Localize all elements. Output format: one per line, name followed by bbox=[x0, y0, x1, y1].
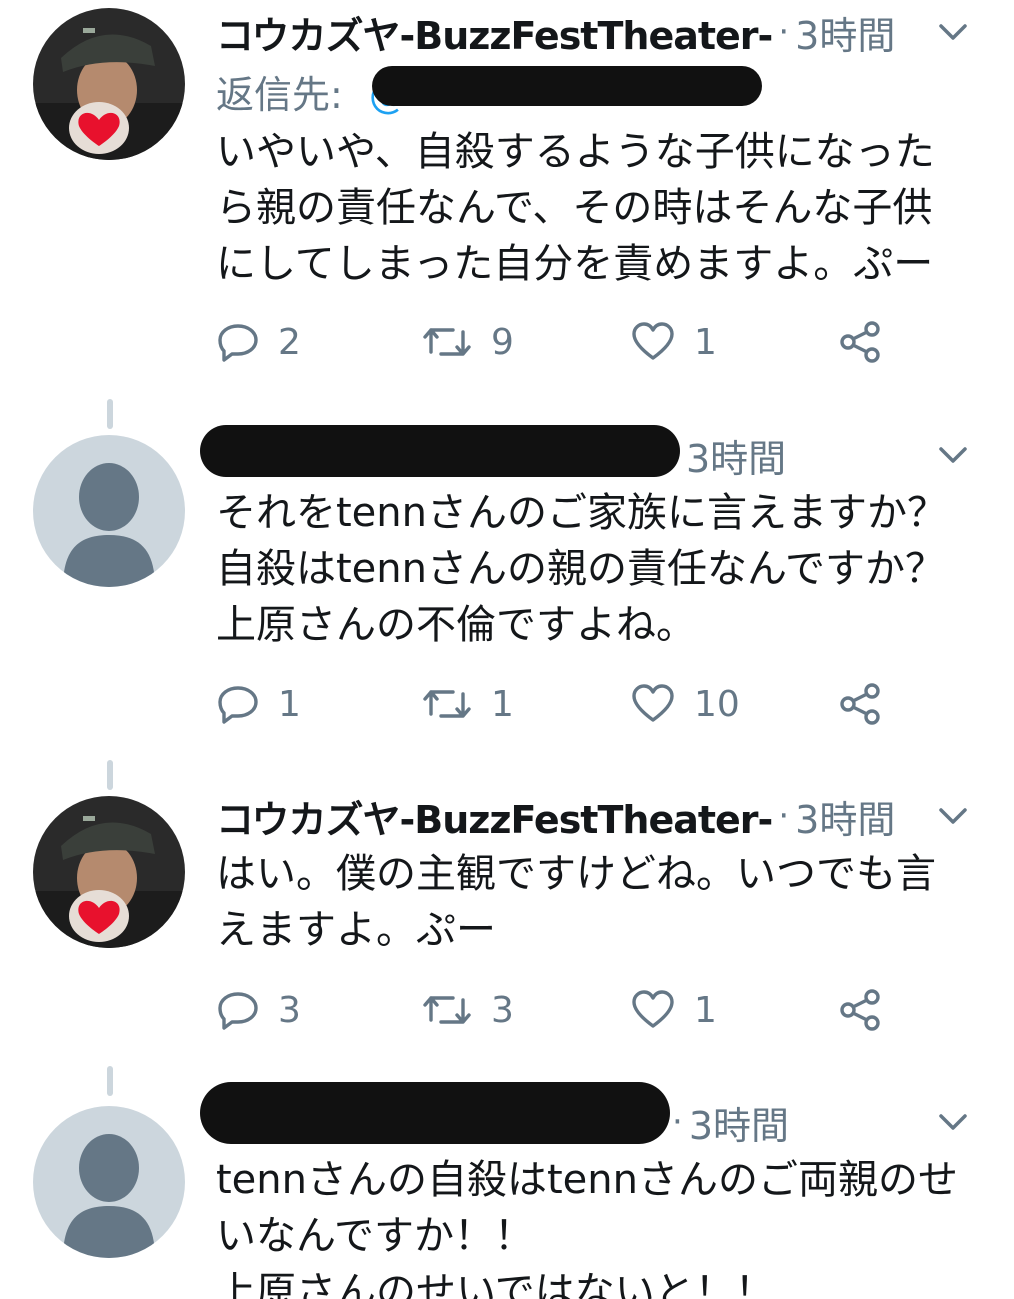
reply-icon bbox=[218, 686, 258, 724]
thread-connector bbox=[107, 760, 113, 790]
retweet-button[interactable]: 9 bbox=[421, 314, 514, 370]
chevron-down-icon[interactable] bbox=[938, 4, 968, 60]
share-icon bbox=[840, 683, 880, 725]
tweet-line: 上原さんの不倫ですよね。 bbox=[216, 602, 696, 648]
tweet-line: はい。僕の主観ですけどね。いつでも言 bbox=[216, 851, 936, 897]
tweet-line: 自殺はtennさんの親の責任なんですか？ bbox=[216, 546, 945, 592]
heart-icon bbox=[632, 684, 674, 722]
reply-icon bbox=[218, 324, 258, 362]
retweet-icon bbox=[423, 996, 471, 1024]
tweet-header: · 3時間 bbox=[672, 1094, 974, 1150]
heart-icon bbox=[632, 990, 674, 1028]
reply-count: 3 bbox=[278, 989, 301, 1031]
like-button[interactable]: 10 bbox=[630, 676, 740, 732]
tweet-line: にしてしまった自分を責めますよ。ぷー bbox=[216, 241, 934, 287]
share-icon bbox=[840, 989, 880, 1031]
tweet-line: いなんですか！！ bbox=[216, 1213, 534, 1259]
retweet-button[interactable]: 1 bbox=[421, 676, 514, 732]
author-name[interactable]: コウカズヤ-BuzzFestTheater- bbox=[216, 789, 773, 844]
retweet-icon bbox=[423, 328, 471, 356]
chevron-down-icon[interactable] bbox=[938, 788, 968, 844]
like-button[interactable]: 1 bbox=[630, 982, 717, 1038]
person-silhouette-icon bbox=[63, 463, 155, 587]
action-bar: 2 9 1 bbox=[216, 314, 916, 370]
tweet-header: コウカズヤ-BuzzFestTheater- · 3時間 bbox=[216, 788, 974, 844]
redaction-mark bbox=[200, 425, 680, 477]
user-photo bbox=[33, 796, 185, 948]
tweet[interactable]: コウカズヤ-BuzzFestTheater- · 3時間 返信先: @ いやいや… bbox=[0, 0, 1014, 395]
chevron-down-icon[interactable] bbox=[938, 1094, 968, 1150]
retweet-icon bbox=[423, 690, 471, 718]
avatar[interactable] bbox=[33, 796, 185, 948]
like-count: 1 bbox=[694, 989, 717, 1031]
heart-icon bbox=[632, 322, 674, 360]
tweet-line: tennさんの自殺はtennさんのご両親のせ bbox=[216, 1157, 958, 1203]
timestamp[interactable]: 3時間 bbox=[686, 428, 786, 483]
like-count: 1 bbox=[694, 321, 717, 363]
tweet-text: tennさんの自殺はtennさんのご両親のせ いなんですか！！ 上原さんのせいで… bbox=[216, 1152, 986, 1299]
user-photo bbox=[33, 8, 185, 160]
person-silhouette-icon bbox=[63, 1134, 155, 1258]
retweet-count: 9 bbox=[491, 321, 514, 363]
retweet-count: 1 bbox=[491, 683, 514, 725]
tweet-text: それをtennさんのご家族に言えますか？ 自殺はtennさんの親の責任なんですか… bbox=[216, 485, 986, 653]
timestamp[interactable]: 3時間 bbox=[795, 789, 895, 844]
tweet-text: いやいや、自殺するような子供になった ら親の責任なんで、その時はそんな子供 にし… bbox=[216, 124, 986, 292]
reply-icon bbox=[218, 992, 258, 1030]
share-button[interactable] bbox=[838, 314, 882, 370]
separator-dot: · bbox=[778, 796, 790, 836]
thread-connector bbox=[107, 1066, 113, 1096]
action-bar: 3 3 1 bbox=[216, 982, 916, 1038]
tweet-header: 3時間 bbox=[686, 427, 974, 483]
tweet[interactable]: · 3時間 tennさんの自殺はtennさんのご両親のせ いなんですか！！ 上原… bbox=[0, 1060, 1014, 1299]
reply-count: 1 bbox=[278, 683, 301, 725]
tweet-line: ら親の責任なんで、その時はそんな子供 bbox=[216, 185, 933, 231]
share-button[interactable] bbox=[838, 982, 882, 1038]
retweet-count: 3 bbox=[491, 989, 514, 1031]
timestamp[interactable]: 3時間 bbox=[795, 5, 895, 60]
thread-connector bbox=[107, 399, 113, 429]
tweet-line: いやいや、自殺するような子供になった bbox=[216, 129, 935, 175]
default-avatar[interactable] bbox=[33, 435, 185, 587]
share-icon bbox=[840, 321, 880, 363]
tweet[interactable]: コウカズヤ-BuzzFestTheater- · 3時間 はい。僕の主観ですけど… bbox=[0, 750, 1014, 1060]
separator-dot: · bbox=[672, 1102, 683, 1142]
retweet-button[interactable]: 3 bbox=[421, 982, 514, 1038]
reply-button[interactable]: 2 bbox=[216, 314, 301, 370]
tweet[interactable]: 3時間 それをtennさんのご家族に言えますか？ 自殺はtennさんの親の責任な… bbox=[0, 395, 1014, 750]
reply-button[interactable]: 3 bbox=[216, 982, 301, 1038]
action-bar: 1 1 10 bbox=[216, 676, 916, 732]
share-button[interactable] bbox=[838, 676, 882, 732]
reply-to-label: 返信先: bbox=[216, 73, 343, 117]
like-count: 10 bbox=[694, 683, 740, 725]
tweet-header: コウカズヤ-BuzzFestTheater- · 3時間 bbox=[216, 4, 974, 60]
tweet-text: はい。僕の主観ですけどね。いつでも言 えますよ。ぷー bbox=[216, 846, 986, 958]
reply-button[interactable]: 1 bbox=[216, 676, 301, 732]
default-avatar[interactable] bbox=[33, 1106, 185, 1258]
timestamp[interactable]: 3時間 bbox=[689, 1095, 789, 1150]
like-button[interactable]: 1 bbox=[630, 314, 717, 370]
tweet-line: 上原さんのせいではないと！！ bbox=[216, 1269, 775, 1299]
separator-dot: · bbox=[778, 12, 790, 52]
reply-count: 2 bbox=[278, 321, 301, 363]
avatar[interactable] bbox=[33, 8, 185, 160]
author-name[interactable]: コウカズヤ-BuzzFestTheater- bbox=[216, 5, 773, 60]
chevron-down-icon[interactable] bbox=[938, 427, 968, 483]
redaction-mark bbox=[372, 66, 762, 106]
redaction-mark bbox=[200, 1082, 670, 1144]
tweet-line: それをtennさんのご家族に言えますか？ bbox=[216, 490, 947, 536]
tweet-line: えますよ。ぷー bbox=[216, 907, 496, 953]
